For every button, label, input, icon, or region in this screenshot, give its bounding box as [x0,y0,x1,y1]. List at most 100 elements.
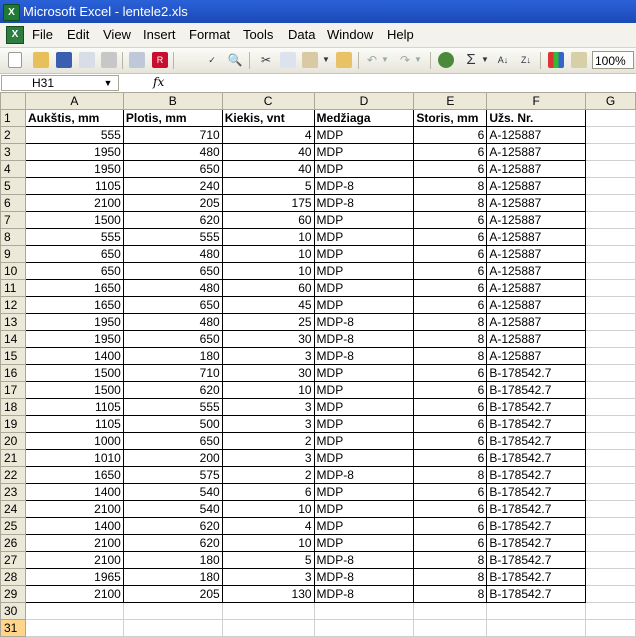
data-cell[interactable]: 480 [122,143,223,161]
empty-cell[interactable] [585,160,636,178]
data-cell[interactable]: 1500 [24,364,124,382]
empty-cell[interactable] [413,602,488,620]
data-cell[interactable]: A-125887 [486,347,587,365]
data-cell[interactable]: 2100 [24,500,124,518]
empty-cell[interactable] [585,364,636,382]
empty-cell[interactable] [413,619,488,637]
open-icon[interactable] [33,52,49,68]
autosum-icon[interactable]: Σ [463,52,479,68]
data-cell[interactable]: 3 [221,398,315,416]
data-cell[interactable]: A-125887 [486,313,587,331]
data-cell[interactable]: 1950 [24,330,124,348]
row-header[interactable]: 2 [0,126,26,144]
empty-cell[interactable] [585,143,636,161]
paste-icon[interactable] [302,52,318,68]
row-header[interactable]: 20 [0,432,26,450]
data-cell[interactable]: MDP [313,483,415,501]
data-cell[interactable]: 30 [221,330,315,348]
redo-icon[interactable]: ↷ [397,52,413,68]
data-cell[interactable]: 1965 [24,568,124,586]
data-cell[interactable]: 1105 [24,398,124,416]
data-cell[interactable]: B-178542.7 [486,534,587,552]
data-cell[interactable]: MDP [313,381,415,399]
data-cell[interactable]: MDP-8 [313,313,415,331]
column-header[interactable]: D [313,92,415,110]
data-cell[interactable]: MDP-8 [313,347,415,365]
data-cell[interactable]: 5 [221,177,315,195]
row-header[interactable]: 16 [0,364,26,382]
header-cell[interactable]: Storis, mm [413,109,488,127]
data-cell[interactable]: B-178542.7 [486,585,587,603]
data-cell[interactable]: 180 [122,568,223,586]
empty-cell[interactable] [585,330,636,348]
data-cell[interactable]: MDP [313,228,415,246]
data-cell[interactable]: 6 [413,415,488,433]
data-cell[interactable]: 25 [221,313,315,331]
data-cell[interactable]: 180 [122,347,223,365]
menu-help[interactable]: Help [387,27,414,42]
data-cell[interactable]: 2100 [24,585,124,603]
row-header[interactable]: 27 [0,551,26,569]
data-cell[interactable]: 10 [221,262,315,280]
data-cell[interactable]: MDP [313,126,415,144]
data-cell[interactable]: 4 [221,126,315,144]
data-cell[interactable]: 2 [221,432,315,450]
data-cell[interactable]: B-178542.7 [486,415,587,433]
row-header[interactable]: 9 [0,245,26,263]
select-all-corner[interactable] [0,92,26,110]
data-cell[interactable]: MDP [313,279,415,297]
data-cell[interactable]: 6 [413,364,488,382]
data-cell[interactable]: A-125887 [486,228,587,246]
row-header[interactable]: 7 [0,211,26,229]
data-cell[interactable]: 1400 [24,517,124,535]
empty-cell[interactable] [585,109,636,127]
row-header[interactable]: 19 [0,415,26,433]
data-cell[interactable]: 1950 [24,160,124,178]
empty-cell[interactable] [585,517,636,535]
row-header[interactable]: 1 [0,109,26,127]
row-header[interactable]: 30 [0,602,26,620]
empty-cell[interactable] [585,551,636,569]
column-header[interactable]: A [24,92,124,110]
data-cell[interactable]: MDP-8 [313,194,415,212]
data-cell[interactable]: B-178542.7 [486,483,587,501]
data-cell[interactable]: MDP-8 [313,585,415,603]
data-cell[interactable]: 200 [122,449,223,467]
data-cell[interactable]: 650 [24,262,124,280]
data-cell[interactable]: MDP [313,432,415,450]
row-header[interactable]: 21 [0,449,26,467]
data-cell[interactable]: 2 [221,466,315,484]
column-header[interactable]: G [585,92,636,110]
data-cell[interactable]: 1650 [24,296,124,314]
data-cell[interactable]: 6 [413,483,488,501]
data-cell[interactable]: 3 [221,415,315,433]
empty-cell[interactable] [585,381,636,399]
research-icon[interactable]: R [152,52,168,68]
data-cell[interactable]: 180 [122,551,223,569]
data-cell[interactable]: A-125887 [486,177,587,195]
data-cell[interactable]: MDP [313,517,415,535]
empty-cell[interactable] [585,279,636,297]
data-cell[interactable]: 1650 [24,466,124,484]
column-header[interactable]: C [221,92,315,110]
header-cell[interactable]: Medžiaga [313,109,415,127]
data-cell[interactable]: 575 [122,466,223,484]
row-header[interactable]: 31 [0,619,26,637]
empty-cell[interactable] [122,619,223,637]
header-cell[interactable]: Užs. Nr. [486,109,587,127]
empty-cell[interactable] [585,415,636,433]
chevron-down-icon[interactable]: ▼ [98,76,118,90]
data-cell[interactable]: 8 [413,551,488,569]
column-header[interactable]: B [122,92,223,110]
empty-cell[interactable] [221,619,315,637]
data-cell[interactable]: 2100 [24,551,124,569]
empty-cell[interactable] [585,534,636,552]
data-cell[interactable]: 6 [413,398,488,416]
undo-icon[interactable]: ↶ [364,52,380,68]
empty-cell[interactable] [585,500,636,518]
print-icon[interactable] [101,52,117,68]
data-cell[interactable]: 1105 [24,177,124,195]
data-cell[interactable]: 1105 [24,415,124,433]
data-cell[interactable]: A-125887 [486,126,587,144]
menu-data[interactable]: Data [288,27,315,42]
